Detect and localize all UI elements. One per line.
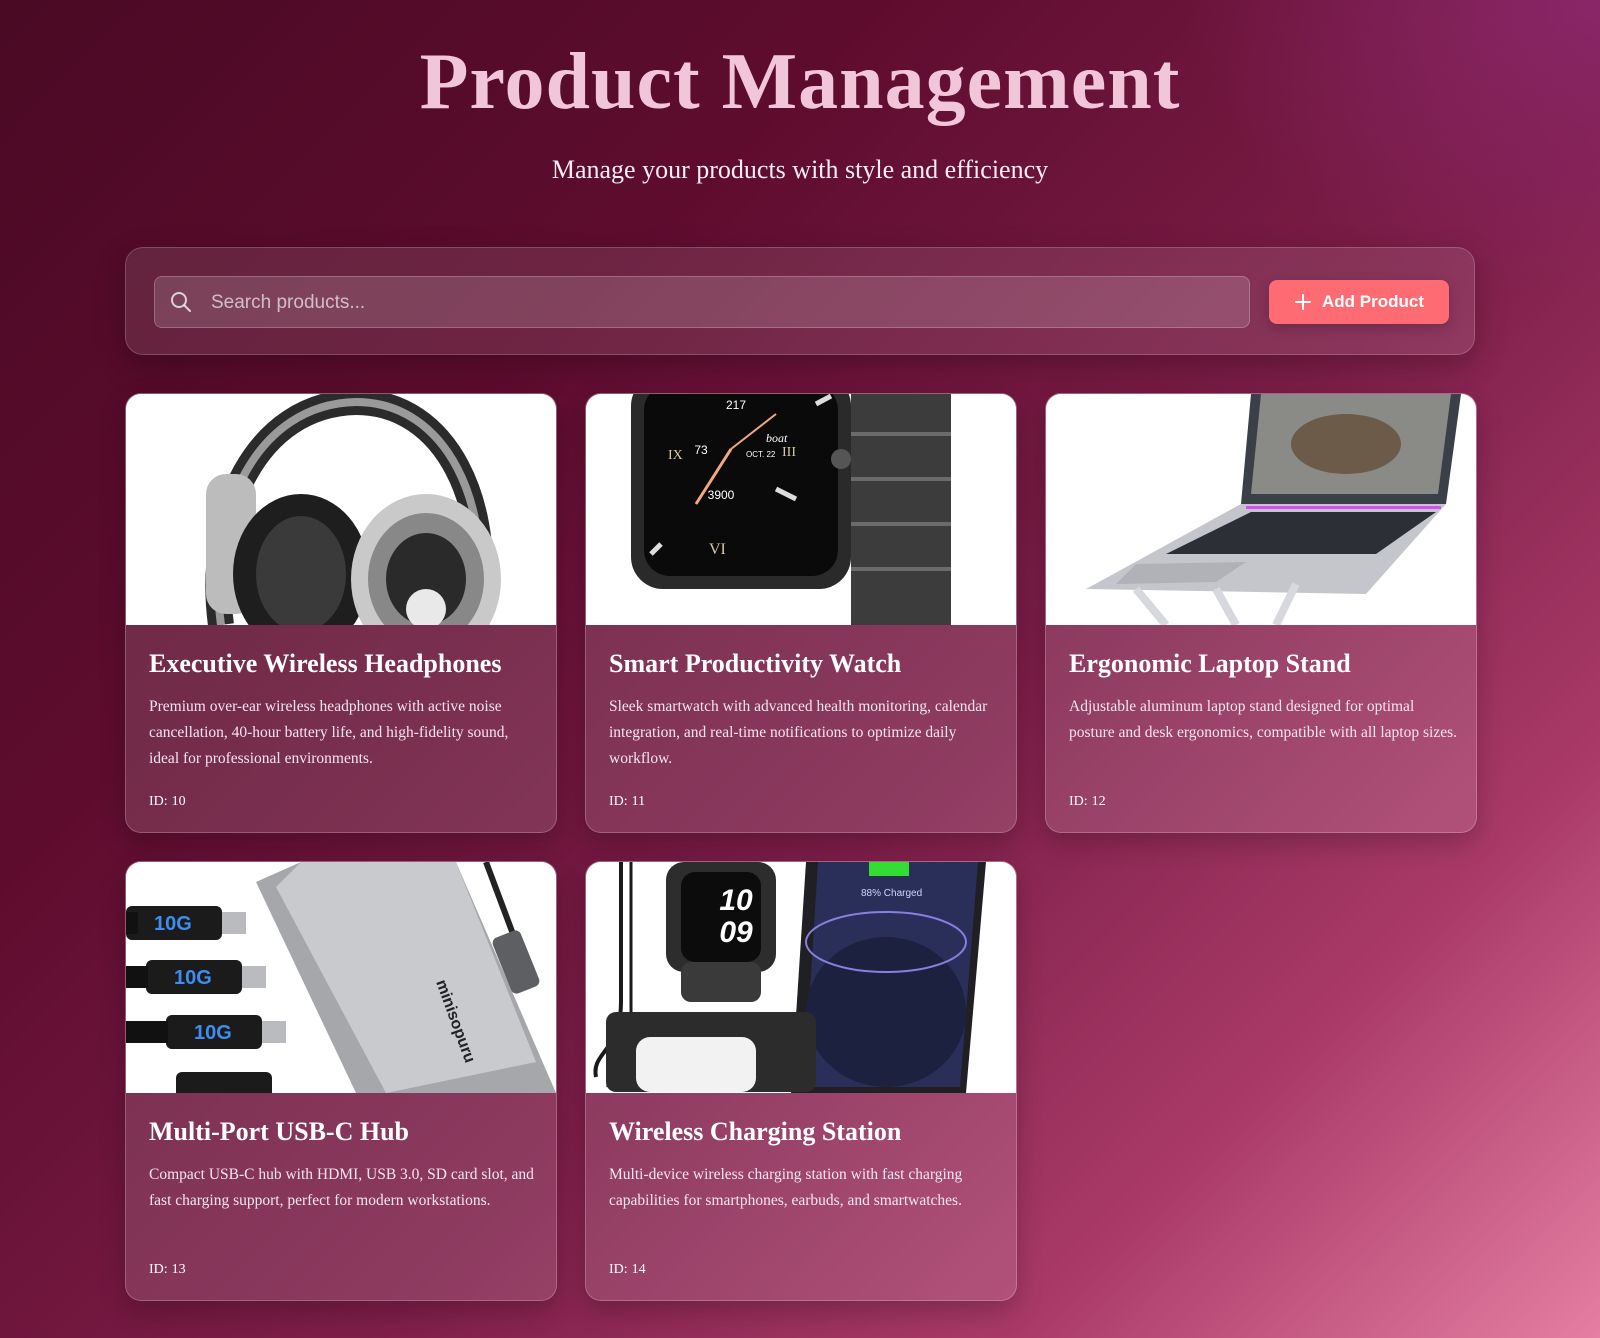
product-card[interactable]: Ergonomic Laptop Stand Adjustable alumin… [1045,393,1477,833]
watch-numeral-bottom: VI [709,541,726,558]
phone-charge-status: 88% Charged [861,888,922,899]
product-id: ID: 10 [149,794,186,810]
product-title: Multi-Port USB-C Hub [149,1117,409,1146]
product-title: Executive Wireless Headphones [149,649,502,678]
product-card[interactable]: 217 73 boat OCT. 22 3900 IX III VI Smart… [585,393,1017,833]
watch-brand: boat [766,431,788,445]
product-id-value: 14 [631,1262,646,1277]
search-icon [171,292,191,312]
search-input[interactable] [209,277,1243,329]
product-id: ID: 14 [609,1262,646,1278]
charging-station-image: 88% Charged 10 09 [586,862,1016,1093]
watch-minutes: 09 [719,916,753,949]
toolbar: Add Product [125,247,1475,355]
product-id-value: 12 [1091,794,1106,809]
product-id-label: ID: [609,794,628,809]
product-id-value: 10 [171,794,186,809]
watch-bottom-complication: 3900 [708,488,735,502]
product-id: ID: 11 [609,794,645,810]
product-id-label: ID: [149,1262,168,1277]
product-title: Wireless Charging Station [609,1117,902,1146]
watch-numeral-left: IX [668,448,683,463]
watch-date: OCT. 22 [746,450,776,459]
product-title: Ergonomic Laptop Stand [1069,649,1351,678]
product-description: Compact USB-C hub with HDMI, USB 3.0, SD… [149,1166,534,1209]
headphones-image [126,394,556,625]
product-description: Premium over-ear wireless headphones wit… [149,698,509,767]
laptop-stand-image [1046,394,1476,625]
product-title: Smart Productivity Watch [609,649,902,678]
cable-label: 10G [174,967,212,989]
product-id-value: 13 [171,1262,186,1277]
product-id: ID: 12 [1069,794,1106,810]
product-description: Sleek smartwatch with advanced health mo… [609,698,988,767]
product-card[interactable]: Executive Wireless Headphones Premium ov… [125,393,557,833]
page-subtitle: Manage your products with style and effi… [551,155,1049,184]
product-id-label: ID: [609,1262,628,1277]
product-description: Adjustable aluminum laptop stand designe… [1069,698,1457,741]
watch-hours: 10 [719,884,753,917]
product-id-label: ID: [149,794,168,809]
product-id-value: 11 [631,794,646,809]
add-product-label: Add Product [1322,292,1424,311]
watch-top-complication: 217 [726,398,746,412]
product-card[interactable]: 88% Charged 10 09 Wireless Charging Stat… [585,861,1017,1301]
search-box[interactable] [154,276,1250,329]
watch-numeral-right: III [782,445,796,460]
product-id-label: ID: [1069,794,1088,809]
product-card[interactable]: minisopuru 10G 10G 10G Multi-Port USB-C … [125,861,557,1301]
smartwatch-image: 217 73 boat OCT. 22 3900 IX III VI [586,394,1016,625]
plus-icon [1295,294,1311,310]
watch-left-complication: 73 [694,443,708,457]
cable-label: 10G [194,1022,232,1044]
add-product-button[interactable]: Add Product [1269,280,1449,324]
product-id: ID: 13 [149,1262,186,1278]
product-description: Multi-device wireless charging station w… [609,1166,963,1209]
cable-label: 10G [154,913,192,935]
page-title: Product Management [419,38,1181,126]
usb-hub-image: minisopuru 10G 10G 10G [126,862,556,1093]
